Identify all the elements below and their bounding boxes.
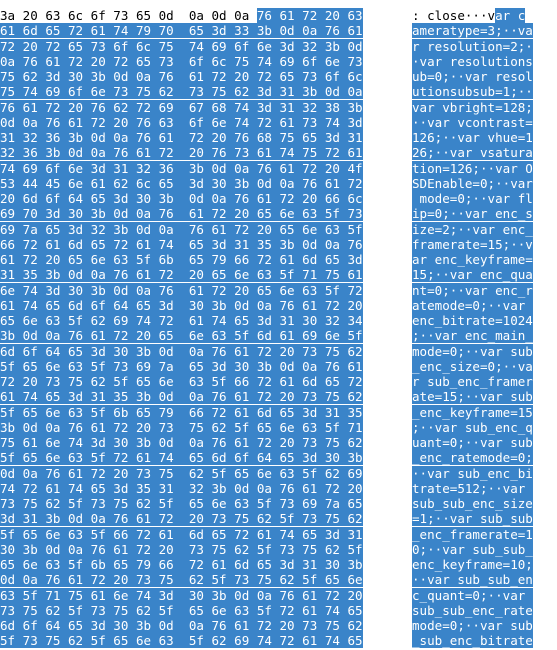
hex-selected-bytes: 76 61 72 20 76 62 72 69 67 68 74 3d 31 3… (0, 99, 363, 115)
hex-selected-bytes: 0d 0a 76 61 72 20 76 63 6f 6e 74 72 61 7… (0, 114, 363, 130)
ascii-selected-text: framerate=15;··v (412, 236, 533, 252)
hex-selected-bytes: 3d 31 3b 0d 0a 76 61 72 20 73 75 62 5f 7… (0, 511, 363, 527)
ascii-selected-text: ize=2;··var enc_ (412, 221, 533, 237)
ascii-text-pane[interactable]: : close···var c ameratype=3;··va r resolut… (410, 0, 550, 649)
ascii-selected-text: enc_bitrate=1024 (412, 313, 533, 328)
ascii-selected-text: ;··var sub_enc_q (412, 419, 533, 435)
ascii-selected-text: enc_keyframe=10; (412, 557, 533, 572)
hex-selected-bytes: 75 61 6e 74 3d 30 3b 0d 0a 76 61 72 20 7… (0, 435, 363, 450)
ascii-selected-text: 0;··var sub_sub_ (412, 541, 533, 557)
ascii-selected-text: _enc_framerate=1 (412, 526, 533, 542)
hex-selected-bytes: 0a 76 61 72 20 72 65 73 6f 6c 75 74 69 6… (0, 53, 363, 69)
hex-selected-bytes: 61 74 65 6d 6f 64 65 3d 30 3b 0d 0a 76 6… (0, 297, 363, 313)
ascii-selected-text: ar c (495, 8, 526, 23)
ascii-selected-text: =1;··var sub_sub (412, 511, 533, 527)
hex-selected-bytes: 6d 6f 64 65 3d 30 3b 0d 0a 76 61 72 20 7… (0, 618, 363, 633)
hex-selected-bytes: 32 36 3b 0d 0a 76 61 72 20 76 73 61 74 7… (0, 145, 363, 161)
ascii-selected-text: 15;··var enc_qua (412, 267, 533, 283)
hex-selected-bytes: 3b 0d 0a 76 61 72 20 65 6e 63 5f 6d 61 6… (0, 328, 363, 344)
hex-selected-bytes: 75 74 69 6f 6e 73 75 62 73 75 62 3d 31 3… (0, 84, 363, 100)
ascii-selected-text: SDEnable=0;··var (412, 175, 533, 191)
hex-selected-bytes: 72 20 72 65 73 6f 6c 75 74 69 6f 6e 3d 3… (0, 38, 363, 54)
hex-selected-bytes: 73 75 62 5f 73 75 62 5f 65 6e 63 5f 73 6… (0, 496, 363, 511)
ascii-selected-text: _enc_ratemode=0; (412, 450, 533, 466)
hex-selected-bytes: 6e 74 3d 30 3b 0d 0a 76 61 72 20 65 6e 6… (0, 282, 363, 298)
ascii-selected-text: r resolution=2;· (412, 38, 533, 54)
hex-selected-bytes: 63 5f 71 75 61 6e 74 3d 30 3b 0d 0a 76 6… (0, 587, 363, 603)
ascii-selected-text: ate=15;··var sub (412, 389, 533, 405)
hex-selected-bytes: 76 61 72 20 63 (256, 8, 363, 23)
hex-byte-pane[interactable]: 3a 20 63 6c 6f 73 65 0d 0a 0d 0a 76 61 7… (0, 0, 392, 649)
ascii-selected-text: sub_sub_enc_size (412, 496, 533, 511)
pane-divider (392, 0, 410, 641)
ascii-selected-text: var vbright=128; (412, 99, 533, 115)
hex-selected-bytes: 0d 0a 76 61 72 20 73 75 62 5f 65 6e 63 5… (0, 465, 363, 481)
hex-selected-bytes: 74 72 61 74 65 3d 35 31 32 3b 0d 0a 76 6… (0, 480, 363, 496)
ascii-selected-text: 26;··var vsatura (412, 145, 533, 161)
hex-selected-bytes: 72 20 73 75 62 5f 65 6e 63 5f 66 72 61 6… (0, 374, 363, 389)
ascii-selected-text: ar enc_keyframe= (412, 252, 533, 267)
ascii-selected-text: tion=126;··var O (412, 160, 533, 176)
ascii-selected-text: ··var sub_enc_bi (412, 465, 533, 481)
ascii-selected-text: ip=0;··var enc_s (412, 206, 533, 222)
ascii-selected-text: mode=0;··var fl (412, 191, 533, 206)
ascii-selected-text: atemode=0;··var (412, 297, 533, 313)
hex-selected-bytes: 31 35 3b 0d 0a 76 61 72 20 65 6e 63 5f 7… (0, 267, 363, 283)
ascii-selected-text: ·var resolutions (412, 53, 533, 69)
ascii-selected-text: trate=512;··var (412, 480, 533, 496)
ascii-selected-text: _enc_keyframe=15 (412, 404, 533, 420)
hex-selected-bytes: 73 75 62 5f 73 75 62 5f 65 6e 63 5f 72 6… (0, 602, 363, 618)
ascii-selected-text: ub=0;··var resol (412, 69, 533, 84)
hex-selected-bytes: 5f 65 6e 63 5f 66 72 61 6d 65 72 61 74 6… (0, 526, 363, 542)
ascii-selected-text: ;··var enc_main_ (412, 328, 533, 344)
hex-selected-bytes: 5f 65 6e 63 5f 73 69 7a 65 3d 30 3b 0d 0… (0, 358, 363, 374)
ascii-row[interactable]: _sub_enc_bitrate (412, 632, 533, 650)
hex-selected-bytes: 53 44 45 6e 61 62 6c 65 3d 30 3b 0d 0a 7… (0, 175, 363, 191)
hex-selected-bytes: 65 6e 63 5f 62 69 74 72 61 74 65 3d 31 3… (0, 313, 363, 328)
ascii-selected-text: nt=0;··var enc_r (412, 282, 533, 298)
ascii-selected-text: c_quant=0;··var (412, 587, 533, 603)
hex-selected-bytes: 6d 6f 64 65 3d 30 3b 0d 0a 76 61 72 20 7… (0, 343, 363, 359)
hex-selected-bytes: 31 32 36 3b 0d 0a 76 61 72 20 76 68 75 6… (0, 130, 363, 145)
hex-selected-bytes: 61 74 65 3d 31 35 3b 0d 0a 76 61 72 20 7… (0, 389, 363, 405)
hex-editor: 3a 20 63 6c 6f 73 65 0d 0a 0d 0a 76 61 7… (0, 0, 557, 649)
hex-selected-bytes: 5f 65 6e 63 5f 6b 65 79 66 72 61 6d 65 3… (0, 404, 363, 420)
hex-selected-bytes: 0d 0a 76 61 72 20 73 75 62 5f 73 75 62 5… (0, 572, 363, 588)
hex-selected-bytes: 20 6d 6f 64 65 3d 30 3b 0d 0a 76 61 72 2… (0, 191, 363, 206)
hex-selected-bytes: 61 6d 65 72 61 74 79 70 65 3d 33 3b 0d 0… (0, 23, 363, 39)
ascii-selected-text: 126;··var vhue=1 (412, 130, 533, 145)
ascii-unselected-text: : close···v (412, 8, 496, 23)
hex-selected-bytes: 65 6e 63 5f 6b 65 79 66 72 61 6d 65 3d 3… (0, 557, 363, 572)
ascii-selected-text: mode=0;··var sub (412, 618, 533, 633)
ascii-selected-text: uant=0;··var sub (412, 435, 533, 450)
hex-selected-bytes: 66 72 61 6d 65 72 61 74 65 3d 31 35 3b 0… (0, 236, 363, 252)
hex-selected-bytes: 69 7a 65 3d 32 3b 0d 0a 76 61 72 20 65 6… (0, 221, 363, 237)
ascii-selected-text: ··var sub_sub_en (412, 572, 533, 588)
ascii-selected-text: r sub_enc_framer (412, 374, 533, 389)
hex-selected-bytes: 5f 65 6e 63 5f 72 61 74 65 6d 6f 64 65 3… (0, 450, 363, 466)
ascii-selected-text: utionsubsub=1;·· (412, 84, 533, 100)
hex-selected-bytes: 74 69 6f 6e 3d 31 32 36 3b 0d 0a 76 61 7… (0, 160, 363, 176)
hex-selected-bytes: 3b 0d 0a 76 61 72 20 73 75 62 5f 65 6e 6… (0, 419, 363, 435)
ascii-selected-text: sub_sub_enc_rate (412, 602, 533, 618)
ascii-selected-text: ameratype=3;··va (412, 23, 533, 39)
hex-unselected-bytes: 3a 20 63 6c 6f 73 65 0d 0a 0d 0a (0, 8, 257, 23)
ascii-selected-text: ··var vcontrast= (412, 114, 533, 130)
hex-selected-bytes: 30 3b 0d 0a 76 61 72 20 73 75 62 5f 73 7… (0, 541, 363, 557)
hex-row[interactable]: 5f 73 75 62 5f 65 6e 63 5f 62 69 74 72 6… (0, 632, 363, 650)
hex-selected-bytes: 69 70 3d 30 3b 0d 0a 76 61 72 20 65 6e 6… (0, 206, 363, 222)
hex-selected-bytes: 75 62 3d 30 3b 0d 0a 76 61 72 20 72 65 7… (0, 69, 363, 84)
ascii-selected-text: mode=0;··var sub (412, 343, 533, 359)
ascii-selected-text: _enc_size=0;··va (412, 358, 533, 374)
hex-selected-bytes: 61 72 20 65 6e 63 5f 6b 65 79 66 72 61 6… (0, 252, 363, 267)
